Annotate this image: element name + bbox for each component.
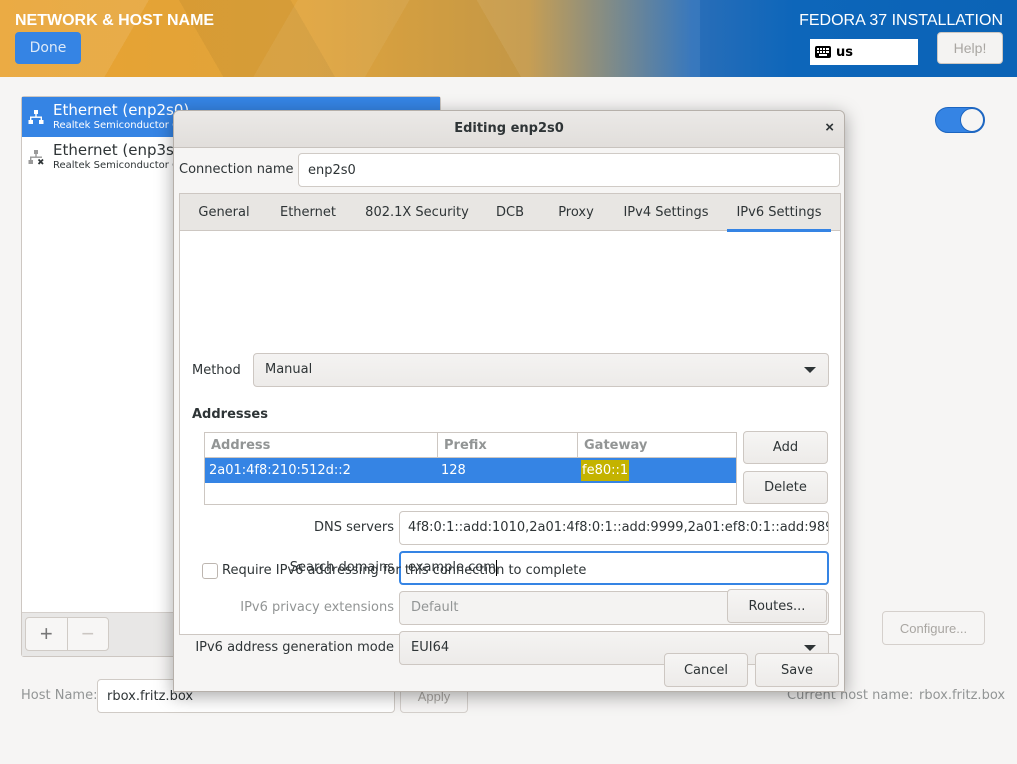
- dropdown-arrow-icon: [804, 367, 816, 373]
- tab-ethernet[interactable]: Ethernet: [270, 194, 346, 231]
- device-enable-switch[interactable]: [935, 107, 985, 133]
- device-name: Ethernet (enp2s0): [53, 101, 190, 119]
- configure-button[interactable]: Configure...: [882, 611, 985, 645]
- add-address-button[interactable]: Add: [743, 431, 828, 464]
- routes-button[interactable]: Routes...: [727, 589, 827, 623]
- ipv6-privacy-label: IPv6 privacy extensions: [240, 600, 394, 615]
- network-wired-icon: [28, 110, 44, 124]
- column-header-address[interactable]: Address: [205, 433, 437, 458]
- connection-name-label: Connection name: [179, 162, 294, 177]
- add-device-button[interactable]: +: [26, 618, 67, 650]
- addresses-heading: Addresses: [192, 407, 268, 422]
- network-wired-disconnected-icon: [28, 150, 44, 165]
- help-button[interactable]: Help!: [937, 32, 1003, 64]
- tab-ipv6-settings[interactable]: IPv6 Settings: [727, 194, 831, 232]
- dialog-titlebar[interactable]: Editing enp2s0 ×: [174, 111, 844, 148]
- dialog-title: Editing enp2s0: [454, 121, 564, 136]
- method-dropdown[interactable]: Manual: [253, 353, 829, 387]
- addresses-table: Address Prefix Gateway 2a01:4f8:210:512d…: [204, 432, 737, 505]
- address-generation-mode-value: EUI64: [411, 640, 450, 655]
- dns-servers-input[interactable]: 4f8:0:1::add:1010,2a01:4f8:0:1::add:9999…: [399, 511, 829, 545]
- tab-8021x-security[interactable]: 802.1X Security: [360, 194, 474, 231]
- address-generation-mode-label: IPv6 address generation mode: [195, 640, 394, 655]
- editing-connection-dialog: Editing enp2s0 × Connection name General…: [173, 110, 845, 692]
- require-ipv6-label[interactable]: Require IPv6 addressing for this connect…: [222, 563, 586, 578]
- keyboard-layout-label: us: [836, 44, 853, 60]
- address-cell[interactable]: 2a01:4f8:210:512d::2: [205, 458, 351, 483]
- spoke-title: NETWORK & HOST NAME: [15, 12, 215, 29]
- host-name-label: Host Name:: [21, 688, 98, 703]
- close-icon[interactable]: ×: [825, 119, 834, 136]
- require-ipv6-checkbox[interactable]: [202, 563, 218, 579]
- product-title: FEDORA 37 INSTALLATION: [799, 12, 1003, 29]
- keyboard-layout-indicator[interactable]: us: [810, 39, 918, 65]
- gateway-cell[interactable]: fe80::1: [577, 458, 630, 483]
- tab-ipv4-settings[interactable]: IPv4 Settings: [618, 194, 714, 231]
- tab-general[interactable]: General: [190, 194, 258, 231]
- column-header-gateway[interactable]: Gateway: [577, 433, 736, 458]
- prefix-cell[interactable]: 128: [437, 458, 466, 483]
- save-button[interactable]: Save: [755, 653, 839, 687]
- remove-device-button[interactable]: −: [66, 618, 109, 650]
- top-header: NETWORK & HOST NAME Done FEDORA 37 INSTA…: [0, 0, 1017, 77]
- switch-knob: [960, 108, 984, 132]
- method-label: Method: [192, 363, 241, 378]
- tab-dcb[interactable]: DCB: [488, 194, 532, 231]
- device-description: Realtek Semiconductor Co.: [53, 160, 189, 171]
- method-value: Manual: [265, 362, 313, 377]
- cancel-button[interactable]: Cancel: [664, 653, 748, 687]
- device-name: Ethernet (enp3s0): [53, 141, 190, 159]
- tab-bar: General Ethernet 802.1X Security DCB Pro…: [180, 194, 840, 232]
- ipv6-privacy-value: Default: [411, 600, 459, 615]
- column-header-prefix[interactable]: Prefix: [437, 433, 577, 458]
- gateway-cell-editing[interactable]: fe80::1: [581, 460, 630, 481]
- done-button[interactable]: Done: [15, 32, 81, 64]
- dropdown-arrow-icon: [804, 645, 816, 651]
- table-row[interactable]: 2a01:4f8:210:512d::2 128 fe80::1: [205, 458, 736, 483]
- tab-proxy[interactable]: Proxy: [546, 194, 606, 231]
- delete-address-button[interactable]: Delete: [743, 471, 828, 504]
- connection-name-input[interactable]: [298, 153, 840, 187]
- dns-servers-label: DNS servers: [313, 520, 394, 535]
- device-description: Realtek Semiconductor Co.: [53, 120, 189, 131]
- current-host-name-value: rbox.fritz.box: [919, 688, 1006, 703]
- keyboard-icon: [815, 46, 831, 58]
